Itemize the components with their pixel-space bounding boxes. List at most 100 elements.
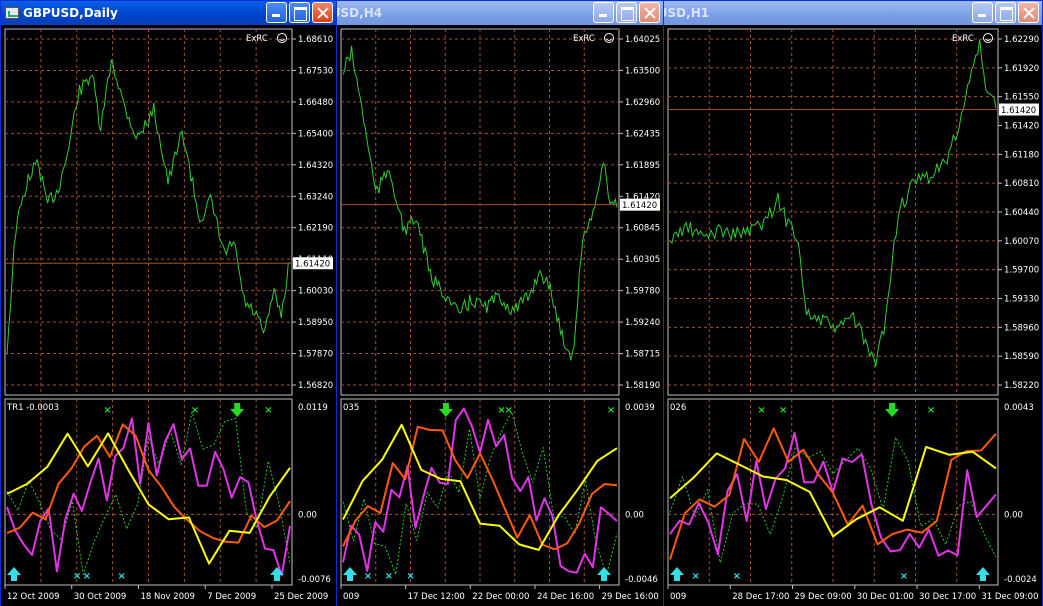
- signal-cross-icon: ×: [406, 571, 414, 582]
- window-titlebar[interactable]: GBPUSD,Daily: [1, 1, 336, 25]
- indicator-axis-label: -0.0076: [298, 575, 331, 585]
- price-axis-label: 1.64320: [298, 161, 333, 171]
- time-axis-label: 25 Dec 2009: [274, 592, 328, 602]
- price-axis-label: 1.61895: [625, 161, 660, 171]
- chart-canvas: 1.64025 1.63500 1.62960 1.62435 1.61895 1.614…: [337, 28, 663, 606]
- minimize-button[interactable]: [972, 2, 993, 23]
- price-axis-label: 1.56820: [298, 381, 333, 391]
- indicator-axis-label: 0.0039: [625, 403, 655, 413]
- indicator-axis-label: -0.0024: [1004, 575, 1037, 585]
- indicator-label: 026: [670, 403, 686, 413]
- window-title: GBPUSD,H4: [337, 6, 383, 20]
- signal-cross-icon: ×: [264, 405, 272, 416]
- minimize-button[interactable]: [266, 2, 287, 23]
- time-axis-label: 009: [343, 592, 359, 602]
- signal-cross-icon: ×: [103, 405, 111, 416]
- price-axis-label: 1.64025: [625, 35, 660, 45]
- expert-advisor-label: ExRC: [573, 34, 595, 44]
- chart-area[interactable]: 1.62290 1.61920 1.61550 1.61420 1.61180 1.608…: [664, 25, 1042, 606]
- maximize-button[interactable]: [616, 2, 637, 23]
- price-axis-label: 1.60845: [625, 224, 660, 234]
- signal-cross-icon: ×: [692, 571, 700, 582]
- signal-cross-icon: ×: [757, 405, 765, 416]
- expert-advisor-label: ExRC: [952, 34, 974, 44]
- signal-cross-icon: ×: [191, 405, 199, 416]
- time-axis-label: 17 Dec 12:00: [408, 592, 465, 602]
- price-axis-label: 1.63500: [625, 66, 660, 76]
- signal-cross-icon: ×: [733, 571, 741, 582]
- time-axis-label: 30 Dec 17:00: [919, 592, 976, 602]
- signal-cross-icon: ×: [385, 571, 393, 582]
- window-title: GBPUSD,H1: [664, 6, 710, 20]
- signal-cross-icon: ×: [504, 405, 512, 416]
- price-axis-label: 1.60070: [1004, 237, 1039, 247]
- chart-window-h4[interactable]: GBPUSD,H4 1.640251.635001.629601.624351.…: [336, 0, 664, 606]
- indicator-axis-label: 0.0043: [1004, 403, 1034, 413]
- price-axis-label: 1.62960: [625, 98, 660, 108]
- price-axis-label: 1.63240: [298, 192, 333, 202]
- signal-cross-icon: ×: [927, 405, 935, 416]
- price-axis-label: 1.58715: [625, 350, 660, 360]
- time-axis-label: 22 Dec 00:00: [472, 592, 529, 602]
- minimize-button[interactable]: [593, 2, 614, 23]
- close-button[interactable]: [312, 2, 333, 23]
- price-axis-label: 1.58960: [1004, 323, 1039, 333]
- time-axis-label: 31 Dec 09:00: [981, 592, 1038, 602]
- price-axis-label: 1.58220: [1004, 381, 1039, 391]
- current-price-label: 1.61420: [1001, 106, 1036, 116]
- close-button[interactable]: [639, 2, 660, 23]
- signal-cross-icon: ×: [364, 571, 372, 582]
- chart-window-daily[interactable]: GBPUSD,Daily 1.68610 1.67530 1.66480 1.6540…: [0, 0, 337, 606]
- price-axis-label: 1.65400: [298, 129, 333, 139]
- chart-area[interactable]: 1.64025 1.63500 1.62960 1.62435 1.61895 1.614…: [337, 25, 663, 606]
- maximize-button[interactable]: [289, 2, 310, 23]
- price-axis-label: 1.60440: [1004, 208, 1039, 218]
- chart-canvas: 1.68610 1.67530 1.66480 1.65400 1.64320 1.632…: [1, 28, 336, 606]
- signal-cross-icon: ×: [117, 571, 125, 582]
- signal-cross-icon: ×: [779, 405, 787, 416]
- time-axis-label: 12 Oct 2009: [7, 592, 60, 602]
- signal-cross-icon: ×: [73, 571, 81, 582]
- time-axis-label: 28 Dec 17:00: [732, 592, 789, 602]
- indicator-axis-label: -0.0046: [625, 575, 658, 585]
- price-axis-label: 1.62190: [298, 224, 333, 234]
- price-axis-label: 1.59780: [625, 287, 660, 297]
- signal-cross-icon: ×: [607, 405, 615, 416]
- price-axis-label: 1.67530: [298, 66, 333, 76]
- price-axis-label: 1.61920: [1004, 64, 1039, 74]
- window-titlebar[interactable]: GBPUSD,H4: [337, 1, 663, 25]
- price-axis-label: 1.59330: [1004, 295, 1039, 305]
- price-axis-label: 1.57870: [298, 350, 333, 360]
- price-axis-label: 1.62435: [625, 129, 660, 139]
- price-axis-label: 1.60810: [1004, 179, 1039, 189]
- maximize-button[interactable]: [995, 2, 1016, 23]
- price-axis-label: 1.61180: [1004, 150, 1039, 160]
- price-axis-label: 1.61420: [1004, 122, 1039, 132]
- window-titlebar[interactable]: GBPUSD,H1: [664, 1, 1042, 25]
- time-axis-label: 30 Dec 01:00: [857, 592, 914, 602]
- time-axis-label: 7 Dec 2009: [207, 592, 256, 602]
- time-axis-label: 24 Dec 16:00: [537, 592, 594, 602]
- price-axis-label: 1.61550: [1004, 93, 1039, 103]
- chart-area[interactable]: 1.68610 1.67530 1.66480 1.65400 1.64320 1.632…: [1, 25, 336, 606]
- indicator-axis-label: 0.00: [1004, 510, 1023, 520]
- time-axis-label: 29 Dec 16:00: [602, 592, 659, 602]
- time-axis-label: 18 Nov 2009: [140, 592, 194, 602]
- current-price-label: 1.61420: [622, 201, 657, 211]
- chart-window-h1[interactable]: GBPUSD,H1 1.622901.619201.615501.614201.…: [663, 0, 1043, 606]
- price-axis-label: 1.60305: [625, 255, 660, 265]
- time-axis-label: 009: [670, 592, 686, 602]
- expert-advisor-label: ExRC: [246, 34, 268, 44]
- price-axis-label: 1.68610: [298, 35, 333, 45]
- price-axis-label: 1.59240: [625, 318, 660, 328]
- indicator-label: 035: [343, 403, 359, 413]
- indicator-axis-label: 0.00: [298, 510, 317, 520]
- price-axis-label: 1.66480: [298, 98, 333, 108]
- chart-canvas: 1.62290 1.61920 1.61550 1.61420 1.61180 1.608…: [664, 28, 1042, 606]
- current-price-label: 1.61420: [295, 260, 330, 270]
- price-axis-label: 1.59700: [1004, 266, 1039, 276]
- price-axis-label: 1.60030: [298, 287, 333, 297]
- close-button[interactable]: [1018, 2, 1039, 23]
- signal-cross-icon: ×: [900, 571, 908, 582]
- price-axis-label: 1.58190: [625, 381, 660, 391]
